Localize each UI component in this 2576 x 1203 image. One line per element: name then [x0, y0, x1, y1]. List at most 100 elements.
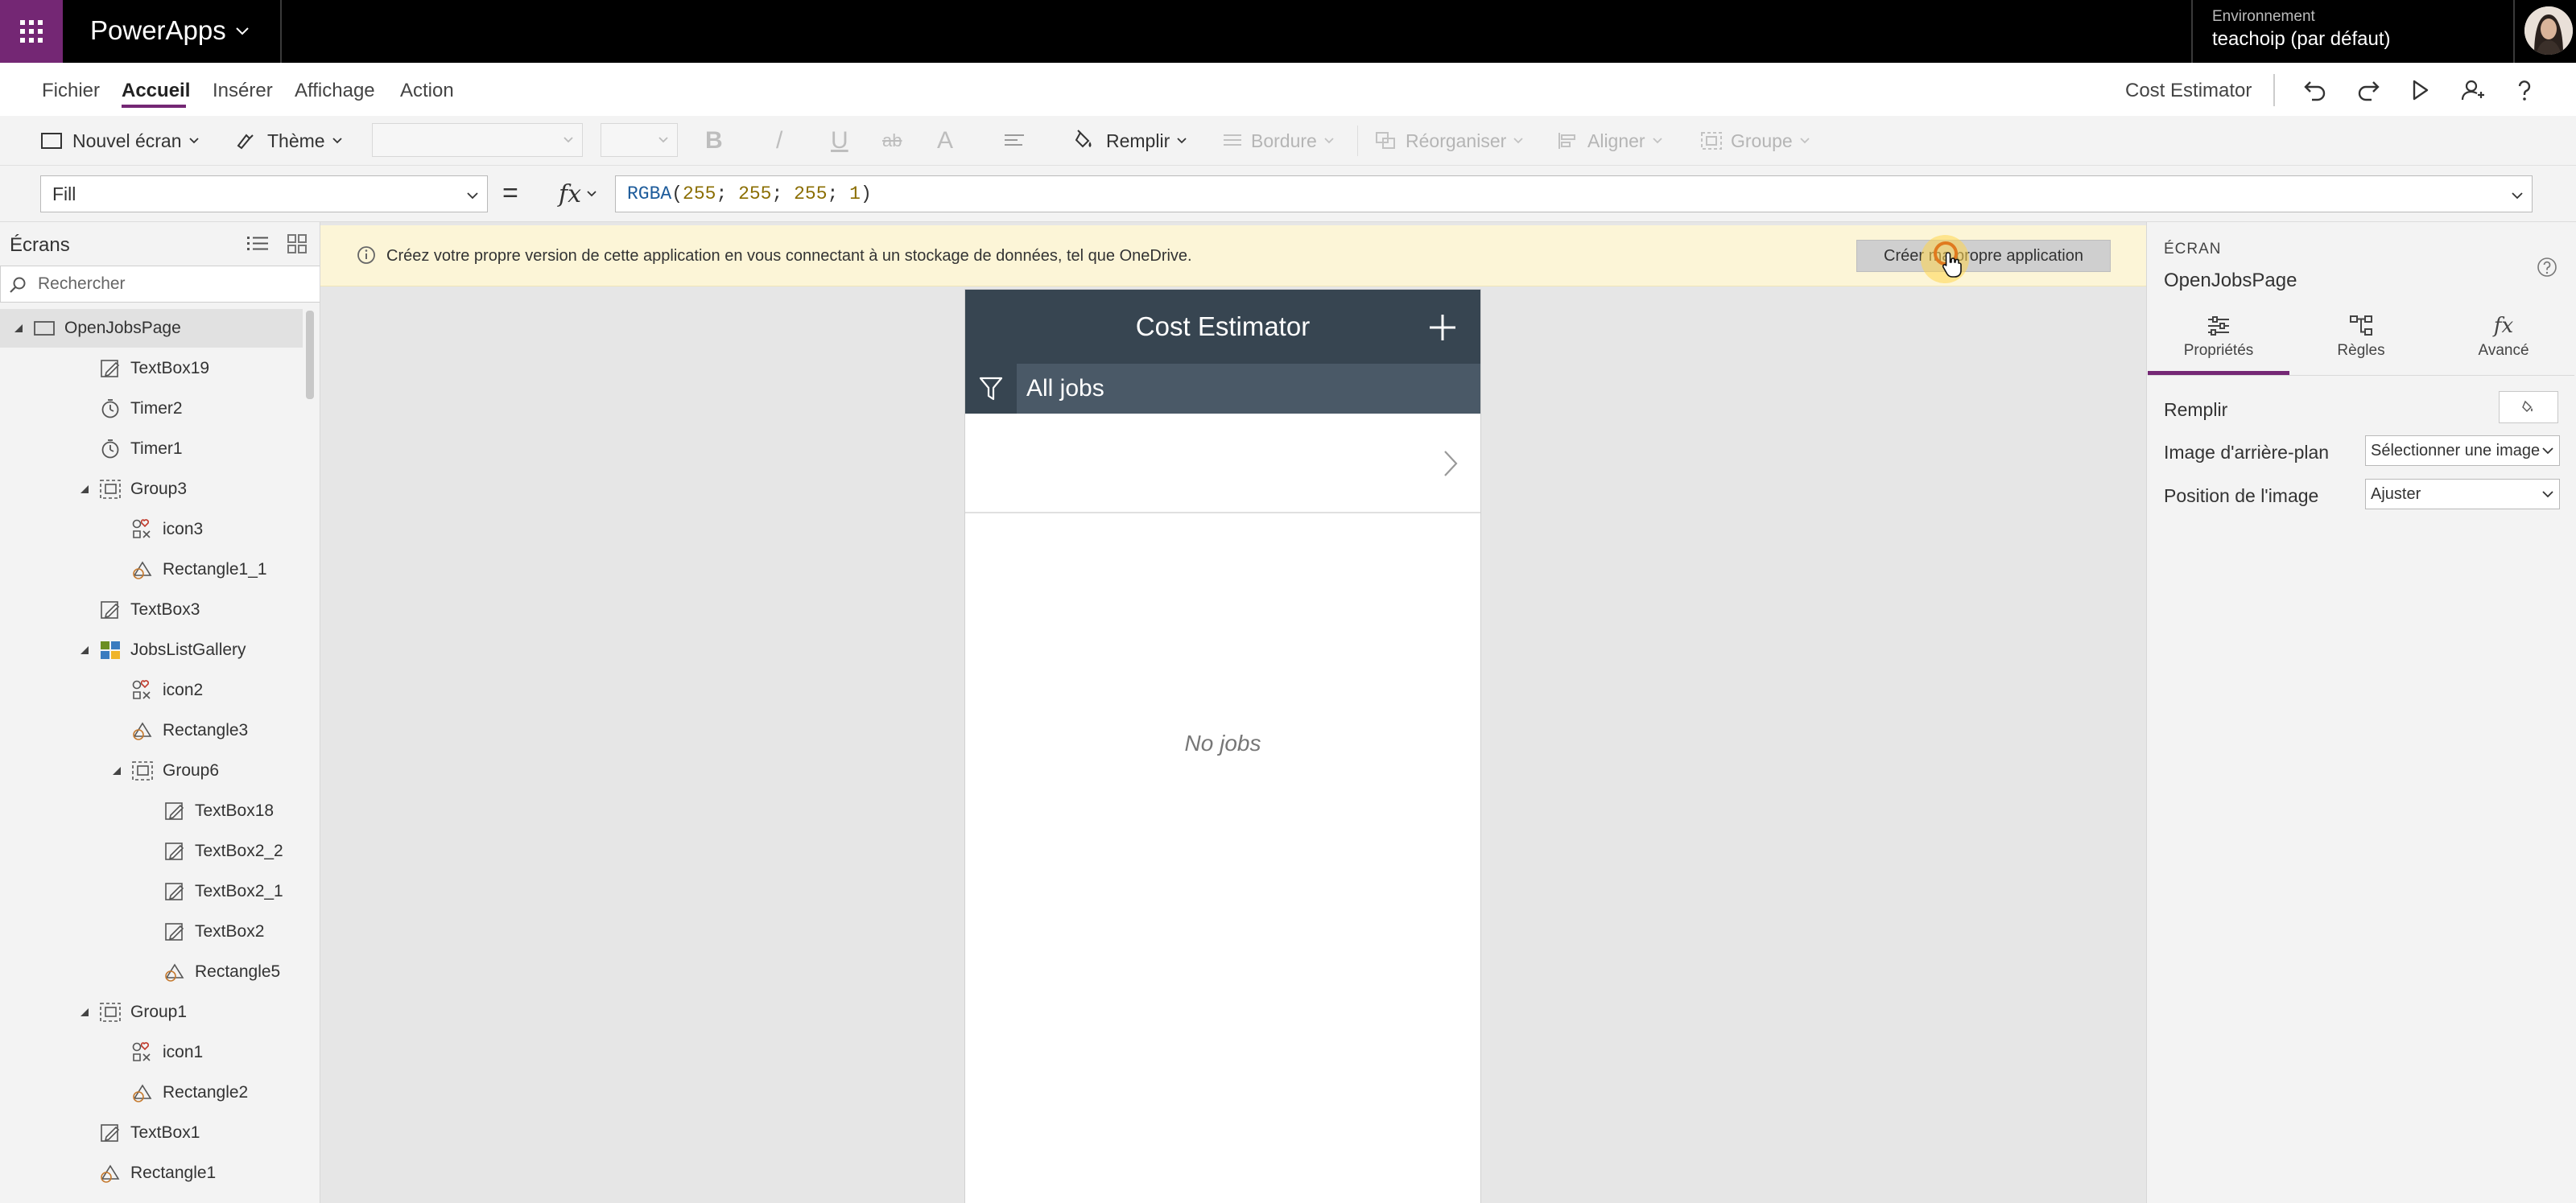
tab-rules[interactable]: Règles — [2290, 311, 2432, 375]
strikethrough-button[interactable]: ab — [882, 126, 902, 156]
filter-button[interactable] — [965, 364, 1017, 414]
menu-affichage[interactable]: Affichage — [295, 79, 375, 103]
italic-button[interactable]: / — [776, 126, 782, 156]
bold-button[interactable]: B — [705, 126, 723, 156]
tree-item-label: Group6 — [163, 761, 220, 780]
tree-item-jobslistgallery[interactable]: JobsListGallery — [0, 631, 303, 669]
environment-picker[interactable]: teachoip (par défaut) — [2212, 27, 2390, 51]
formula-arg: 1 — [849, 183, 861, 204]
text-control-icon — [98, 598, 122, 622]
tab-advanced[interactable]: fx Avancé — [2433, 311, 2574, 375]
formula-input[interactable]: RGBA(255; 255; 255; 1) — [615, 175, 2533, 212]
menu-accueil[interactable]: Accueil — [122, 79, 190, 103]
app-screen-preview[interactable]: Cost Estimator All jobs No jobs — [965, 290, 1480, 1203]
expand-triangle-icon[interactable] — [13, 323, 24, 334]
tab-properties[interactable]: Propriétés — [2148, 311, 2289, 375]
tree-item-rectangle1-1[interactable]: Rectangle1_1 — [0, 550, 303, 589]
align-button[interactable]: Aligner — [1557, 126, 1663, 156]
sliders-icon — [2208, 316, 2229, 336]
tree-item-textbox2-2[interactable]: TextBox2_2 — [0, 832, 303, 871]
control-name[interactable]: OpenJobsPage — [2164, 269, 2297, 293]
tree-item-timer1[interactable]: Timer1 — [0, 430, 303, 468]
chevron-down-icon — [658, 137, 668, 143]
tree-item-icon2[interactable]: icon2 — [0, 671, 303, 710]
tree-item-textbox2[interactable]: TextBox2 — [0, 913, 303, 951]
expand-triangle-icon[interactable] — [79, 645, 90, 656]
tree-item-rectangle1[interactable]: Rectangle1 — [0, 1154, 303, 1193]
app-launcher-button[interactable] — [0, 0, 63, 63]
chevron-down-icon — [2541, 488, 2554, 500]
redo-button[interactable] — [2352, 74, 2384, 106]
tree-item-icon3[interactable]: icon3 — [0, 510, 303, 549]
screen-control-icon — [32, 316, 56, 340]
create-own-app-button[interactable]: Créer ma propre application — [1856, 240, 2111, 272]
app-name[interactable]: PowerApps — [90, 14, 226, 47]
tree-item-group6[interactable]: Group6 — [0, 752, 303, 790]
plus-icon[interactable] — [1427, 312, 1458, 343]
formula-arg: 255 — [683, 183, 716, 204]
property-select[interactable]: Fill — [40, 175, 488, 212]
tree-item-textbox19[interactable]: TextBox19 — [0, 349, 303, 388]
reorder-button[interactable]: Réorganiser — [1375, 126, 1524, 156]
underline-button[interactable]: U — [831, 126, 848, 156]
tree-item-rectangle5[interactable]: Rectangle5 — [0, 953, 303, 991]
tree-item-label: TextBox2_1 — [195, 882, 283, 900]
undo-button[interactable] — [2299, 74, 2331, 106]
menu-fichier[interactable]: Fichier — [42, 79, 100, 103]
tree-item-timer2[interactable]: Timer2 — [0, 389, 303, 428]
gallery-control-icon — [98, 638, 122, 662]
menu-inserer[interactable]: Insérer — [213, 79, 273, 103]
tree-search-input[interactable] — [38, 273, 303, 295]
image-position-select[interactable]: Ajuster — [2365, 479, 2560, 509]
function-button[interactable]: fx — [541, 175, 615, 212]
tree-item-icon1[interactable]: icon1 — [0, 1033, 303, 1072]
chevron-down-icon[interactable] — [2511, 189, 2524, 202]
preview-play-button[interactable] — [2404, 74, 2436, 106]
tree-item-label: TextBox19 — [130, 359, 210, 377]
tree-item-textbox2-1[interactable]: TextBox2_1 — [0, 872, 303, 911]
user-photo-icon — [2524, 6, 2573, 55]
new-screen-button[interactable]: Nouvel écran — [40, 126, 200, 156]
chevron-down-icon[interactable] — [235, 24, 250, 39]
icon-control-icon — [130, 517, 155, 542]
topbar-divider — [2191, 0, 2193, 63]
hand-cursor-icon — [1942, 252, 1962, 278]
text-align-button[interactable] — [1003, 126, 1027, 156]
gallery-row[interactable] — [965, 414, 1480, 513]
grid-view-icon[interactable] — [287, 233, 308, 254]
fill-color-picker[interactable] — [2499, 391, 2558, 423]
list-view-icon[interactable] — [246, 233, 269, 254]
expand-triangle-icon[interactable] — [79, 484, 90, 495]
font-color-button[interactable]: A — [937, 126, 953, 156]
expand-triangle-icon[interactable] — [79, 1007, 90, 1018]
help-icon[interactable] — [2536, 256, 2558, 278]
tree-item-textbox18[interactable]: TextBox18 — [0, 792, 303, 830]
avatar[interactable] — [2524, 6, 2573, 55]
tree-item-textbox3[interactable]: TextBox3 — [0, 591, 303, 629]
shape-control-icon — [130, 719, 155, 743]
rules-icon — [2350, 315, 2372, 336]
menu-action[interactable]: Action — [400, 79, 454, 103]
tree-item-rectangle3[interactable]: Rectangle3 — [0, 711, 303, 750]
formula-arg: 255 — [738, 183, 772, 204]
tree-item-group3[interactable]: Group3 — [0, 470, 303, 509]
tree-item-openjobspage[interactable]: OpenJobsPage — [0, 309, 303, 348]
tree-item-rectangle2[interactable]: Rectangle2 — [0, 1073, 303, 1112]
font-family-select[interactable] — [372, 123, 583, 157]
fill-button[interactable]: Remplir — [1074, 126, 1187, 156]
expand-triangle-icon[interactable] — [111, 765, 122, 777]
theme-button[interactable]: Thème — [235, 126, 343, 156]
tree-item-group1[interactable]: Group1 — [0, 993, 303, 1032]
shape-control-icon — [98, 1161, 122, 1185]
font-size-select[interactable] — [601, 123, 678, 157]
app-title[interactable]: Cost Estimator — [2125, 79, 2252, 103]
group-button[interactable]: Groupe — [1700, 126, 1810, 156]
border-button[interactable]: Bordure — [1222, 126, 1335, 156]
tree-scrollbar[interactable] — [306, 311, 314, 399]
help-button[interactable] — [2508, 74, 2541, 106]
background-image-select[interactable]: Sélectionner une image — [2365, 435, 2560, 466]
tree-item-textbox1[interactable]: TextBox1 — [0, 1114, 303, 1152]
play-icon — [2413, 80, 2429, 101]
user-share-icon — [2461, 80, 2484, 101]
share-user-button[interactable] — [2457, 74, 2489, 106]
